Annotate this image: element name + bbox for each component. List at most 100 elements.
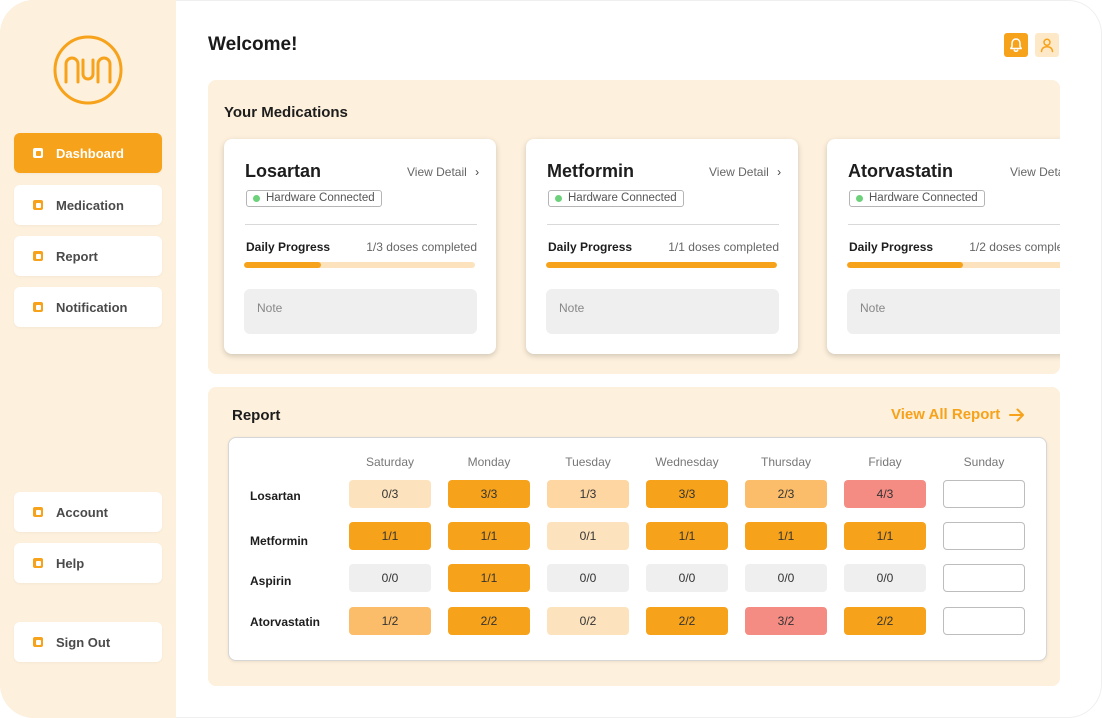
bell-icon (1010, 38, 1022, 52)
note-field[interactable]: Note (847, 289, 1060, 334)
day-header: Saturday (365, 455, 415, 469)
day-header: Wednesday (655, 455, 719, 469)
sidebar-item-label: Medication (56, 197, 124, 213)
page-title: Welcome! (208, 34, 298, 55)
sidebar: Dashboard Medication Report Notification… (0, 0, 176, 718)
user-icon (1040, 38, 1054, 53)
hardware-status-badge: Hardware Connected (548, 190, 684, 207)
report-cell: 2/2 (646, 607, 728, 635)
daily-progress-value: 1/1 doses completed (668, 240, 779, 254)
medication-name: Atorvastatin (848, 161, 954, 181)
report-cell: 4/3 (844, 480, 926, 508)
sidebar-item-help[interactable]: Help (14, 543, 162, 583)
sign-out-icon (33, 637, 43, 647)
report-cell: 1/1 (448, 522, 530, 550)
sign-out-button[interactable]: Sign Out (14, 622, 162, 662)
report-row-label: Metformin (250, 534, 308, 548)
medication-card: Atorvastatin View Detail › Hardware Conn… (827, 139, 1060, 354)
report-icon (33, 251, 43, 261)
daily-progress-bar (244, 262, 475, 268)
daily-progress-value: 1/3 doses completed (366, 240, 477, 254)
report-cell: 0/0 (646, 564, 728, 592)
report-cell: 1/3 (547, 480, 629, 508)
report-row-label: Aspirin (250, 574, 292, 588)
report-cell: 0/0 (349, 564, 431, 592)
view-detail-link[interactable]: View Detail › (1010, 165, 1060, 179)
report-cell: 1/2 (349, 607, 431, 635)
hardware-status-label: Hardware Connected (869, 192, 978, 204)
help-icon (33, 558, 43, 568)
view-detail-label: View Detail (407, 165, 467, 179)
report-cell[interactable] (943, 564, 1025, 592)
view-detail-label: View Detail (709, 165, 769, 179)
view-detail-label: View Detail (1010, 165, 1060, 179)
report-cell: 0/3 (349, 480, 431, 508)
report-cell[interactable] (943, 522, 1025, 550)
sidebar-item-label: Notification (56, 299, 128, 315)
sidebar-item-label: Dashboard (56, 145, 124, 161)
medication-card: Losartan View Detail › Hardware Connecte… (224, 139, 496, 354)
note-field[interactable]: Note (546, 289, 779, 334)
daily-progress-label: Daily Progress (246, 240, 331, 254)
hardware-status-label: Hardware Connected (266, 192, 375, 204)
divider (547, 224, 779, 225)
report-cell[interactable] (943, 480, 1025, 508)
report-cell[interactable] (943, 607, 1025, 635)
sidebar-item-notification[interactable]: Notification (14, 287, 162, 327)
divider (848, 224, 1060, 225)
view-all-report-link[interactable]: View All Report (891, 406, 1025, 423)
medication-card: Metformin View Detail › Hardware Connect… (526, 139, 798, 354)
view-all-label: View All Report (891, 406, 1001, 423)
profile-button[interactable] (1035, 33, 1059, 57)
day-header: Friday (868, 455, 902, 469)
progress-fill (546, 262, 777, 268)
report-panel: Report View All Report Saturday Monday Tue… (208, 387, 1060, 686)
medication-name: Losartan (245, 161, 322, 181)
sidebar-item-medication[interactable]: Medication (14, 185, 162, 225)
report-cell: 0/2 (547, 607, 629, 635)
view-detail-link[interactable]: View Detail › (709, 165, 781, 179)
report-cell: 1/1 (349, 522, 431, 550)
note-placeholder: Note (559, 301, 585, 315)
view-detail-link[interactable]: View Detail › (407, 165, 479, 179)
report-cell: 1/1 (448, 564, 530, 592)
report-row-label: Losartan (250, 489, 301, 503)
report-cell: 0/1 (547, 522, 629, 550)
hardware-status-label: Hardware Connected (568, 192, 677, 204)
day-header: Thursday (760, 455, 812, 469)
report-title: Report (232, 407, 281, 424)
report-table: Saturday Monday Tuesday Wednesday Thursday Fr… (228, 437, 1047, 661)
report-row-label: Atorvastatin (250, 615, 321, 629)
notification-icon (33, 302, 43, 312)
sidebar-item-label: Report (56, 248, 98, 264)
report-cell: 2/2 (448, 607, 530, 635)
chevron-right-icon: › (777, 165, 782, 179)
report-cell: 0/0 (547, 564, 629, 592)
day-header: Tuesday (565, 455, 611, 469)
note-placeholder: Note (257, 301, 283, 315)
medication-icon (33, 200, 43, 210)
notifications-button[interactable] (1004, 33, 1028, 57)
arrow-right-icon (1009, 408, 1025, 421)
sidebar-item-report[interactable]: Report (14, 236, 162, 276)
report-cell: 1/1 (745, 522, 827, 550)
sidebar-item-dashboard[interactable]: Dashboard (14, 133, 162, 173)
sign-out-label: Sign Out (56, 634, 111, 650)
account-icon (33, 507, 43, 517)
report-cell: 1/1 (646, 522, 728, 550)
sidebar-item-account[interactable]: Account (14, 492, 162, 532)
sidebar-item-label: Help (56, 555, 85, 571)
dashboard-icon (33, 148, 43, 158)
status-dot-icon (253, 195, 260, 202)
chevron-right-icon: › (475, 165, 480, 179)
note-placeholder: Note (860, 301, 886, 315)
progress-fill (244, 262, 321, 268)
daily-progress-value: 1/2 doses completed (969, 240, 1060, 254)
report-cell: 1/1 (844, 522, 926, 550)
logo (53, 35, 123, 105)
report-cell: 0/0 (844, 564, 926, 592)
daily-progress-bar (847, 262, 1060, 268)
status-dot-icon (555, 195, 562, 202)
note-field[interactable]: Note (244, 289, 477, 334)
day-header: Sunday (963, 455, 1005, 469)
